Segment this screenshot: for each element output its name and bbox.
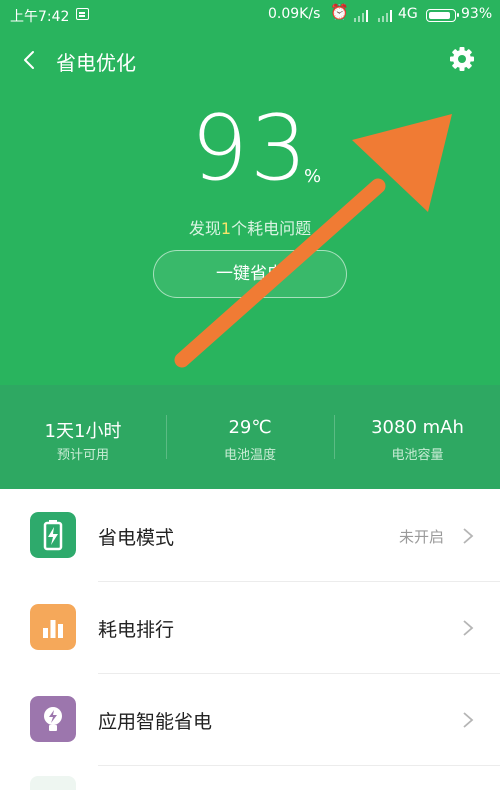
menu-item-value: 未开启 [398,528,444,546]
stat-label: 预计可用 [56,448,109,463]
menu-item-label: 省电模式 [98,527,175,549]
chevron-right-icon [463,528,474,544]
stat-battery-temperature: 29℃ 电池温度 [167,385,333,489]
bar-chart-icon [30,604,76,650]
stat-remaining-time: 1天1小时 预计可用 [0,385,166,489]
stat-label: 电池容量 [391,448,444,463]
menu-item-power-saving-mode[interactable]: 省电模式 未开启 [0,490,500,582]
row-divider [98,765,500,766]
chevron-right-icon [463,712,474,728]
stat-value: 3080 mAh [371,417,464,438]
battery-bolt-icon [30,512,76,558]
stat-label: 电池温度 [223,448,276,463]
annotation-arrow-icon [174,114,452,368]
chevron-right-icon [463,620,474,636]
menu-item-label: 应用智能省电 [98,711,213,733]
stat-value: 29℃ [228,417,272,438]
menu-item-app-smart-saving[interactable]: 应用智能省电 [0,674,500,766]
stat-value: 1天1小时 [44,421,122,442]
stat-battery-capacity: 3080 mAh 电池容量 [335,385,500,489]
next-menu-item-icon [30,776,76,790]
menu-item-label: 耗电排行 [98,619,175,641]
menu-item-power-ranking[interactable]: 耗电排行 [0,582,500,674]
bulb-bolt-icon [30,696,76,742]
